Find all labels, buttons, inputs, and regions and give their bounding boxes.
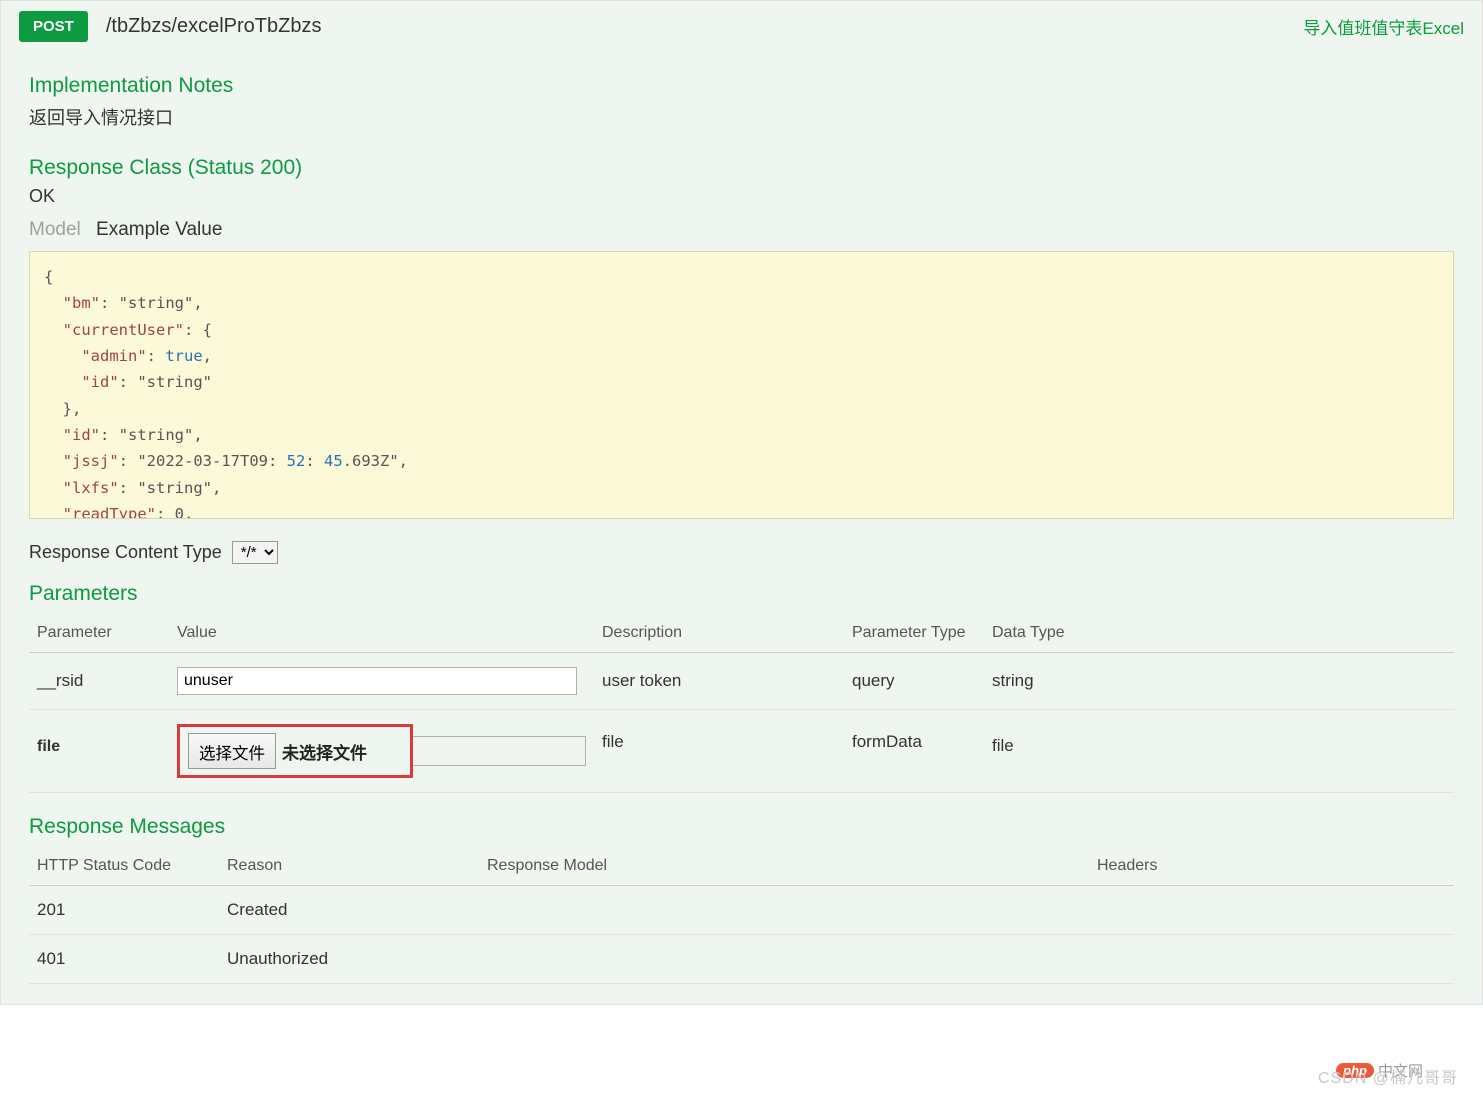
response-status: 401 [29, 935, 219, 984]
col-data-type: Data Type [984, 614, 1454, 653]
response-messages-title: Response Messages [29, 815, 1454, 839]
file-status-text: 未选择文件 [276, 733, 377, 769]
tab-model[interactable]: Model [29, 219, 81, 240]
response-header-row: HTTP Status Code Reason Response Model H… [29, 847, 1454, 886]
response-reason: Unauthorized [219, 935, 479, 984]
response-status: 201 [29, 886, 219, 935]
response-content-type-select[interactable]: */* [232, 541, 278, 564]
endpoint-path[interactable]: /tbZbzs/excelProTbZbzs [106, 15, 1304, 38]
col-description: Description [594, 614, 844, 653]
param-type: query [844, 653, 984, 710]
col-response-model: Response Model [479, 847, 1089, 886]
csdn-watermark: CSDN @楠几哥哥 [1318, 1064, 1458, 1088]
parameters-title: Parameters [29, 582, 1454, 606]
col-headers: Headers [1089, 847, 1454, 886]
operation-summary-link[interactable]: 导入值班值守表Excel [1303, 14, 1464, 39]
param-data-type: file [984, 710, 1454, 793]
response-row: 401 Unauthorized [29, 935, 1454, 984]
param-value-cell [169, 653, 594, 710]
response-row: 201 Created [29, 886, 1454, 935]
implementation-notes-text: 返回导入情况接口 [29, 104, 1454, 130]
parameters-table: Parameter Value Description Parameter Ty… [29, 614, 1454, 793]
implementation-notes-title: Implementation Notes [29, 74, 1454, 98]
param-description: user token [594, 653, 844, 710]
api-operation-panel: POST /tbZbzs/excelProTbZbzs 导入值班值守表Excel… [0, 0, 1483, 1005]
col-reason: Reason [219, 847, 479, 886]
response-content-type-label: Response Content Type [29, 542, 222, 563]
col-value: Value [169, 614, 594, 653]
file-input-highlight: 选择文件 未选择文件 [177, 724, 413, 778]
file-input-box-tail [410, 736, 586, 766]
col-parameter-type: Parameter Type [844, 614, 984, 653]
col-parameter: Parameter [29, 614, 169, 653]
param-type: formData [844, 710, 984, 793]
param-data-type: string [984, 653, 1454, 710]
param-text-input[interactable] [177, 667, 577, 695]
http-method-badge: POST [19, 11, 88, 42]
response-messages-table: HTTP Status Code Reason Response Model H… [29, 847, 1454, 984]
response-content-type-row: Response Content Type */* [29, 541, 1454, 564]
choose-file-button[interactable]: 选择文件 [188, 733, 276, 769]
param-name: file [37, 738, 60, 755]
param-description: file [594, 710, 844, 793]
col-status-code: HTTP Status Code [29, 847, 219, 886]
param-name: __rsid [29, 653, 169, 710]
param-row-file: file 选择文件 未选择文件 file formData file [29, 710, 1454, 793]
param-value-cell: 选择文件 未选择文件 [169, 710, 594, 793]
response-class-status: OK [29, 186, 1454, 207]
tab-example-value[interactable]: Example Value [96, 219, 222, 240]
param-row-rsid: __rsid user token query string [29, 653, 1454, 710]
response-class-title: Response Class (Status 200) [29, 156, 1454, 180]
model-example-tabs: Model Example Value [29, 219, 1454, 241]
parameters-header-row: Parameter Value Description Parameter Ty… [29, 614, 1454, 653]
response-reason: Created [219, 886, 479, 935]
example-value-json[interactable]: { "bm": "string", "currentUser": { "admi… [29, 251, 1454, 519]
operation-header: POST /tbZbzs/excelProTbZbzs 导入值班值守表Excel [1, 1, 1482, 56]
